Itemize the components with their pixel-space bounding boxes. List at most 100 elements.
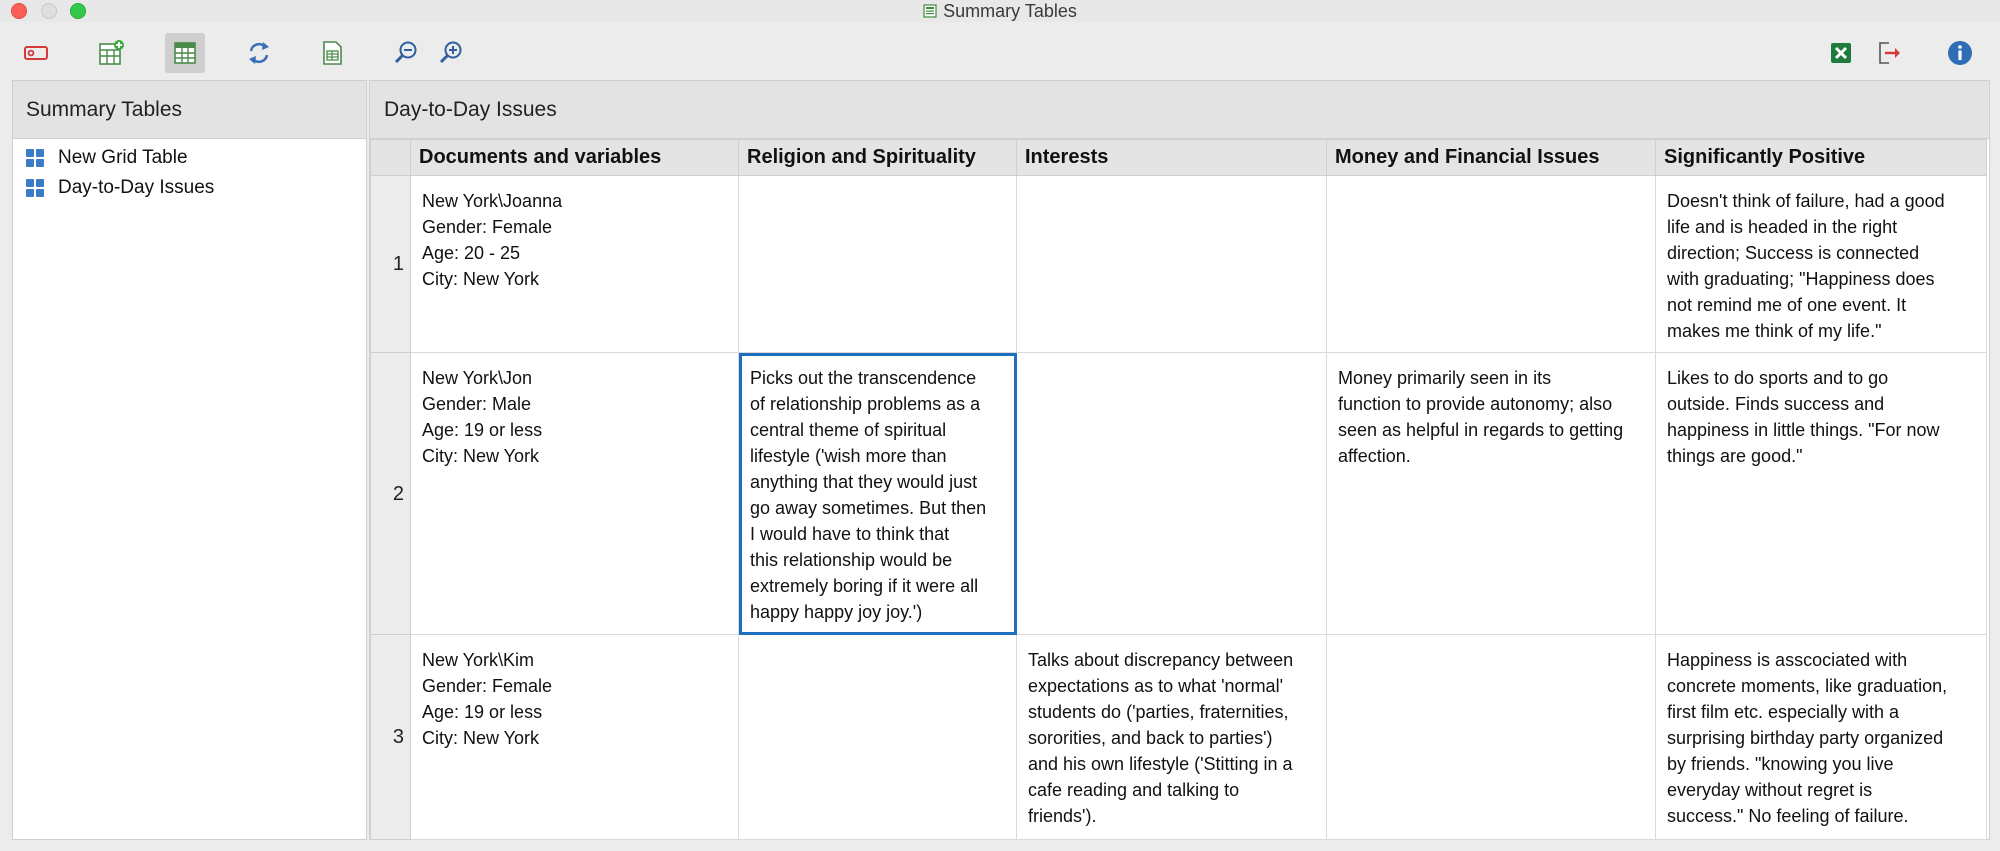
column-header[interactable]: Money and Financial Issues — [1326, 139, 1656, 176]
document-table-icon — [323, 41, 342, 65]
cell-line: Doesn't think of failure, had a good — [1667, 191, 1945, 211]
cell-line: success." No feeling of failure. — [1667, 806, 1909, 826]
column-header[interactable]: Interests — [1016, 139, 1327, 176]
cell-line: extremely boring if it were all — [750, 576, 979, 596]
cell-line: not remind me of one event. It — [1667, 295, 1907, 315]
money-cell[interactable]: Money primarily seen in its function to … — [1326, 352, 1656, 635]
cell-line: first film etc. especially with a — [1667, 702, 1900, 722]
export-button[interactable] — [1868, 33, 1908, 73]
cell-line: happiness in little things. "For now — [1667, 420, 1940, 440]
positive-cell[interactable]: Likes to do sports and to go outside. Fi… — [1655, 352, 1987, 635]
row-number[interactable]: 2 — [370, 352, 411, 635]
cell-line: students do ('parties, fraternities, — [1028, 702, 1289, 722]
info-button[interactable] — [1940, 33, 1980, 73]
table-header-row: Documents and variables Religion and Spi… — [370, 139, 1987, 176]
table-row: 3 New York\Kim Gender: Female Age: 19 or… — [370, 634, 1987, 840]
positive-cell[interactable]: Doesn't think of failure, had a good lif… — [1655, 175, 1987, 353]
grid-table-icon — [174, 42, 196, 64]
interests-cell[interactable]: Talks about discrepancy between expectat… — [1016, 634, 1327, 840]
money-cell[interactable] — [1326, 634, 1656, 840]
money-cell[interactable] — [1326, 175, 1656, 353]
window-title: Summary Tables — [943, 0, 1077, 21]
cell-line: direction; Success is connected — [1667, 243, 1920, 263]
cell-line: Age: 20 - 25 — [422, 243, 521, 263]
cell-line: central theme of spiritual — [750, 420, 947, 440]
corner-cell[interactable] — [370, 139, 411, 176]
title-bar: Summary Tables — [0, 0, 2000, 22]
document-table-button[interactable] — [312, 33, 352, 73]
table-row: 1 New York\Joanna Gender: Female Age: 20… — [370, 175, 1987, 353]
new-table-icon — [99, 40, 124, 65]
excel-export-button[interactable] — [1821, 33, 1861, 73]
cell-line: concrete moments, like graduation, — [1667, 676, 1948, 696]
cell-line: I would have to think that — [750, 524, 950, 544]
new-table-button[interactable] — [91, 33, 131, 73]
cell-line: Gender: Female — [422, 676, 553, 696]
cell-line: City: New York — [422, 728, 540, 748]
sidebar-item-new-grid-table[interactable]: New Grid Table — [13, 143, 366, 173]
refresh-icon — [249, 42, 269, 64]
cell-line: Gender: Female — [422, 217, 553, 237]
cell-line: Gender: Male — [422, 394, 532, 414]
grid-table-button[interactable] — [165, 33, 205, 73]
cell-line: seen as helpful in regards to getting — [1338, 420, 1624, 440]
documents-cell[interactable]: New York\Jon Gender: Male Age: 19 or les… — [410, 352, 739, 635]
cell-line: of relationship problems as a — [750, 394, 981, 414]
sidebar-item-day-to-day-issues[interactable]: Day-to-Day Issues — [13, 173, 366, 203]
column-header[interactable]: Documents and variables — [410, 139, 739, 176]
cell-line: things are good." — [1667, 446, 1803, 466]
documents-cell[interactable]: New York\Kim Gender: Female Age: 19 or l… — [410, 634, 739, 840]
table-row: 2 New York\Jon Gender: Male Age: 19 or l… — [370, 352, 1987, 635]
cell-line: Talks about discrepancy between — [1028, 650, 1294, 670]
cell-line: outside. Finds success and — [1667, 394, 1885, 414]
cell-line: go away sometimes. But then — [750, 498, 987, 518]
positive-cell[interactable]: Happiness is asscociated with concrete m… — [1655, 634, 1987, 840]
table-area: Documents and variables Religion and Spi… — [370, 139, 1989, 840]
cell-line: sororities, and back to parties') — [1028, 728, 1273, 748]
sidebar-item-label: New Grid Table — [58, 147, 188, 168]
excel-export-icon — [1831, 43, 1851, 63]
grid-table-icon — [26, 149, 44, 167]
cell-line: anything that they would just — [750, 472, 978, 492]
cell-line: this relationship would be — [750, 550, 953, 570]
toolbar — [0, 22, 2000, 80]
zoom-out-button[interactable] — [386, 33, 426, 73]
column-header[interactable]: Significantly Positive — [1655, 139, 1987, 176]
cell-line: life and is headed in the right — [1667, 217, 1898, 237]
religion-cell[interactable] — [738, 175, 1017, 353]
interests-cell[interactable] — [1016, 352, 1327, 635]
zoom-out-icon — [394, 41, 417, 64]
cell-line: City: New York — [422, 269, 540, 289]
cell-line: Money primarily seen in its — [1338, 368, 1552, 388]
cell-line: Age: 19 or less — [422, 702, 543, 722]
info-icon — [1948, 41, 1972, 65]
cell-line: friends'). — [1028, 806, 1097, 826]
summary-grid-table: Documents and variables Religion and Spi… — [370, 139, 1987, 840]
cell-line: Picks out the transcendence — [750, 368, 977, 388]
summary-table-panel: Day-to-Day Issues Documents and variable… — [369, 80, 1990, 840]
cell-line: with graduating; "Happiness does — [1667, 269, 1935, 289]
cell-line: by friends. "knowing you live — [1667, 754, 1894, 774]
zoom-in-button[interactable] — [431, 33, 471, 73]
refresh-button[interactable] — [239, 33, 279, 73]
row-number[interactable]: 1 — [370, 175, 411, 353]
documents-cell[interactable]: New York\Joanna Gender: Female Age: 20 -… — [410, 175, 739, 353]
sidebar-item-label: Day-to-Day Issues — [58, 177, 215, 198]
cell-line: affection. — [1338, 446, 1411, 466]
religion-cell[interactable] — [738, 634, 1017, 840]
cell-line: New York\Kim — [422, 650, 535, 670]
export-icon — [1879, 42, 1900, 64]
interests-cell[interactable] — [1016, 175, 1327, 353]
cell-line: lifestyle ('wish more than — [750, 446, 947, 466]
religion-cell-selected[interactable]: Picks out the transcendence of relations… — [738, 352, 1017, 635]
row-number[interactable]: 3 — [370, 634, 411, 840]
cell-line: and his own lifestyle ('Stitting in a — [1028, 754, 1293, 774]
cell-line: New York\Joanna — [422, 191, 563, 211]
cell-line: City: New York — [422, 446, 540, 466]
record-button[interactable] — [16, 33, 56, 73]
cell-line: Happiness is asscociated with — [1667, 650, 1908, 670]
cell-line: Likes to do sports and to go — [1667, 368, 1889, 388]
cell-line: New York\Jon — [422, 368, 533, 388]
cell-line: Age: 19 or less — [422, 420, 543, 440]
column-header[interactable]: Religion and Spirituality — [738, 139, 1017, 176]
